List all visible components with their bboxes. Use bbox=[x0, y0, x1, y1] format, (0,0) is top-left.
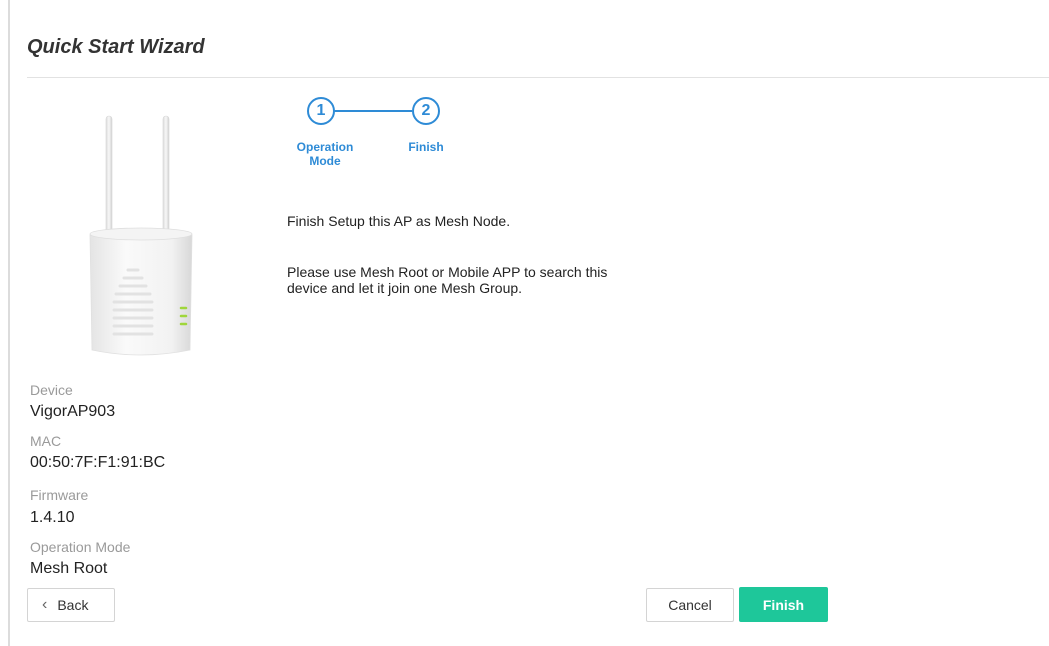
device-label: Device bbox=[30, 382, 73, 398]
finish-message: Finish Setup this AP as Mesh Node. bbox=[287, 213, 511, 229]
firmware-value: 1.4.10 bbox=[30, 509, 75, 526]
back-button-label: Back bbox=[57, 597, 89, 613]
operation-mode-label: Operation Mode bbox=[30, 539, 131, 555]
step-1-label-line2: Mode bbox=[309, 154, 341, 168]
page-title: Quick Start Wizard bbox=[27, 36, 205, 58]
stepper-connector bbox=[334, 110, 412, 112]
step-1-circle: 1 bbox=[307, 97, 335, 125]
instruction-line-2: device and let it join one Mesh Group. bbox=[287, 280, 523, 296]
device-value: VigorAP903 bbox=[30, 403, 116, 420]
firmware-label: Firmware bbox=[30, 487, 89, 503]
back-button[interactable]: ‹ Back bbox=[27, 588, 115, 622]
chevron-left-icon: ‹ bbox=[42, 596, 48, 613]
device-image bbox=[89, 115, 193, 356]
step-1-label: Operation Mode bbox=[290, 140, 360, 168]
step-2-circle: 2 bbox=[412, 97, 440, 125]
step-2-label: Finish bbox=[408, 140, 444, 154]
finish-button[interactable]: Finish bbox=[739, 587, 828, 622]
left-border bbox=[8, 0, 10, 646]
step-1-label-line1: Operation bbox=[296, 140, 354, 154]
operation-mode-value: Mesh Root bbox=[30, 560, 108, 577]
instruction-line-1: Please use Mesh Root or Mobile APP to se… bbox=[287, 264, 608, 280]
mac-value: 00:50:7F:F1:91:BC bbox=[30, 454, 166, 471]
cancel-button[interactable]: Cancel bbox=[646, 588, 734, 622]
header-divider bbox=[27, 77, 1049, 78]
mac-label: MAC bbox=[30, 433, 62, 449]
